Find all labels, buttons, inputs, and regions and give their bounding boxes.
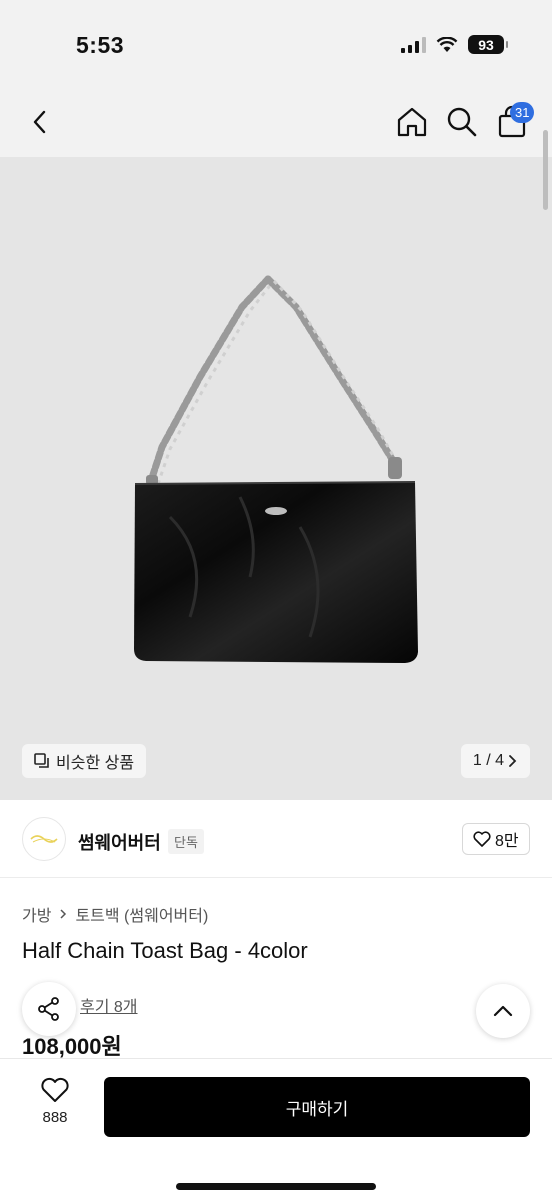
search-icon [447, 107, 477, 137]
product-image-carousel[interactable]: 비슷한 상품 1 / 4 [0, 157, 552, 800]
image-pager-label: 1 / 4 [472, 752, 504, 769]
brand-row[interactable]: 썸웨어버터 단독 8만 [0, 800, 552, 878]
wifi-icon [436, 36, 458, 52]
scroll-top-button[interactable] [476, 984, 530, 1038]
product-title: Half Chain Toast Bag - 4color [22, 938, 308, 963]
image-pager[interactable]: 1 / 4 [460, 744, 530, 778]
battery-indicator: 93 [468, 35, 508, 54]
status-time: 5:53 [76, 32, 125, 58]
copy-icon [34, 753, 49, 768]
share-icon [38, 997, 59, 1021]
similar-products-button[interactable]: 비슷한 상품 [22, 744, 147, 778]
cart-count-badge: 31 [510, 102, 535, 123]
home-button[interactable] [394, 104, 430, 140]
breadcrumb: 가방 토트백 (썸웨어버터) [22, 902, 208, 926]
brand-logo-mark [30, 835, 58, 843]
status-bar: 5:53 93 [0, 0, 552, 90]
chevron-right-icon [60, 909, 67, 919]
share-button[interactable] [22, 982, 76, 1036]
breadcrumb-item-tote[interactable]: 토트백 (썸웨어버터) [75, 902, 208, 926]
top-nav [0, 90, 552, 157]
wishlist-button[interactable]: 888 [24, 1077, 86, 1126]
heart-icon [473, 831, 491, 847]
brand-logo[interactable] [22, 817, 66, 861]
wishlist-count: 888 [42, 1109, 68, 1126]
buy-button[interactable]: 구매하기 [104, 1077, 530, 1137]
chevron-left-icon [33, 110, 46, 134]
chevron-right-icon [509, 755, 517, 767]
scrollbar[interactable] [543, 130, 548, 210]
brand-like-count: 8만 [495, 833, 519, 850]
product-price: 108,000원 [22, 1034, 122, 1059]
search-button[interactable] [444, 104, 480, 140]
brand-like-button[interactable]: 8만 [462, 823, 530, 855]
exclusive-badge: 단독 [168, 829, 204, 854]
heart-icon [41, 1077, 69, 1102]
signal-icon [401, 36, 426, 53]
product-image [134, 275, 418, 663]
home-indicator [176, 1183, 376, 1190]
status-icons: 93 [401, 35, 508, 54]
breadcrumb-item-bag[interactable]: 가방 [22, 902, 51, 926]
bottom-action-bar: 888 구매하기 [0, 1058, 552, 1200]
review-link[interactable]: 후기 8개 [80, 993, 138, 1017]
back-button[interactable] [24, 106, 56, 138]
brand-name[interactable]: 썸웨어버터 [78, 829, 161, 855]
chevron-up-icon [493, 1005, 513, 1017]
home-icon [397, 107, 427, 137]
similar-products-label: 비슷한 상품 [56, 755, 135, 772]
